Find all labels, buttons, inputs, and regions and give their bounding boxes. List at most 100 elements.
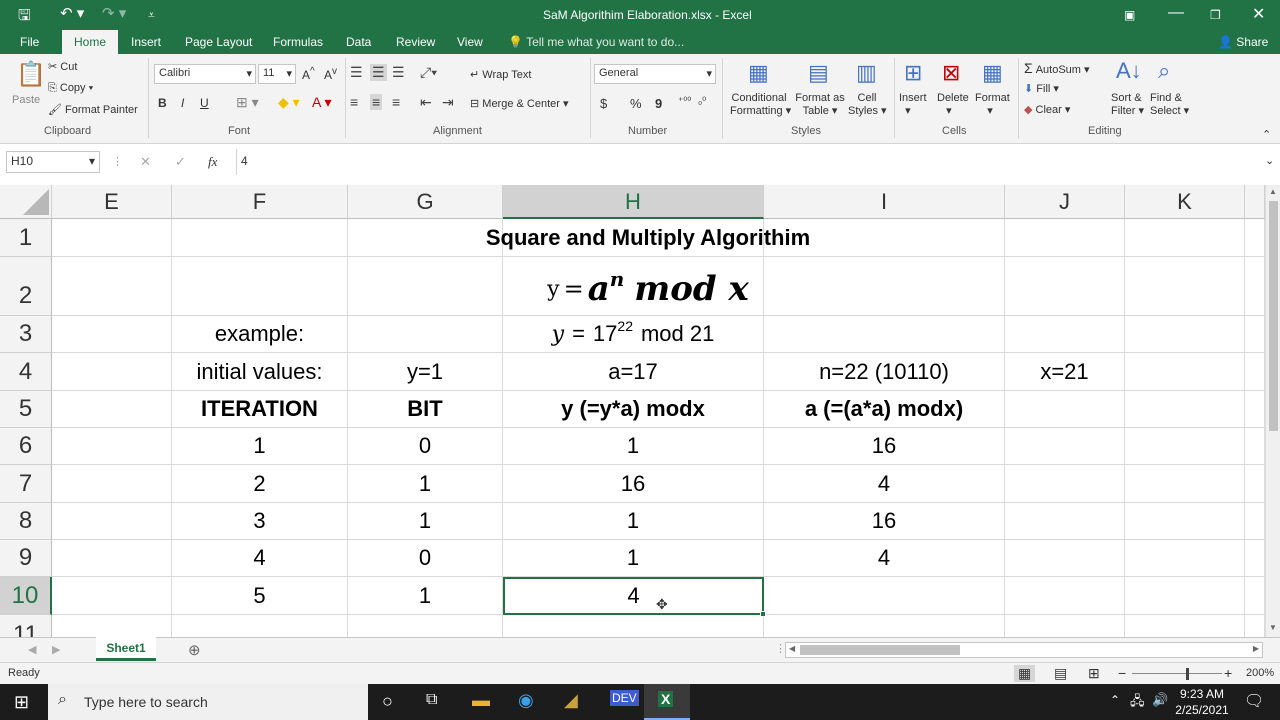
comma-button[interactable]: 9 (655, 96, 662, 111)
customize-qat-icon[interactable]: ⩡ (148, 8, 155, 23)
insert-function-button[interactable]: fx (208, 154, 217, 170)
excel-taskbar-button[interactable]: X (644, 684, 690, 720)
formula-cell[interactable]: y = a n mod x (172, 257, 1125, 316)
empty-cell[interactable] (1125, 219, 1245, 257)
font-color-icon[interactable]: A ▾ (312, 94, 331, 111)
hscroll-thumb[interactable] (800, 645, 960, 655)
vertical-scrollbar[interactable]: ▲ ▼ (1265, 185, 1280, 637)
empty-cell[interactable] (1125, 257, 1245, 316)
empty-cell[interactable] (52, 316, 172, 353)
sort-filter-button[interactable]: Sort & Filter ▾ (1111, 92, 1144, 117)
share-button[interactable]: 👤 Share (1218, 35, 1268, 49)
fill-handle[interactable] (760, 611, 766, 617)
empty-cell[interactable] (1125, 615, 1245, 637)
shrink-font-button[interactable]: Av (324, 66, 337, 82)
align-center-icon[interactable]: ≡ (370, 94, 383, 110)
dev-app-icon[interactable]: DEV (610, 690, 639, 706)
column-header-i[interactable]: I (764, 185, 1005, 219)
scroll-down-icon[interactable]: ▼ (1269, 623, 1277, 632)
conditional-formatting-button[interactable]: Conditional Formatting ▾ (730, 92, 791, 117)
empty-cell[interactable] (1245, 428, 1265, 465)
active-cell[interactable]: 4 (503, 577, 764, 615)
initial-values-label[interactable]: initial values: (172, 353, 348, 391)
empty-cell[interactable] (764, 316, 1005, 353)
normal-view-icon[interactable]: ▦ (1014, 665, 1036, 682)
grow-font-button[interactable]: A^ (302, 66, 315, 82)
format-as-table-button[interactable]: Format as Table ▾ (794, 92, 846, 117)
sort-filter-icon[interactable]: A↓ (1116, 58, 1142, 84)
number-format-select[interactable]: General ▾ (594, 64, 716, 84)
empty-cell[interactable] (52, 465, 172, 503)
empty-cell[interactable] (1245, 615, 1265, 637)
row-header-10[interactable]: 10 (0, 577, 52, 615)
clock-date[interactable]: 2/25/2021 (1170, 703, 1234, 717)
empty-cell[interactable] (1005, 316, 1125, 353)
empty-cell[interactable] (1005, 465, 1125, 503)
cell-styles-icon[interactable]: ▥ (856, 60, 877, 86)
header-y[interactable]: y (=y*a) modx (503, 391, 764, 428)
initial-n[interactable]: n=22 (10110) (764, 353, 1005, 391)
table-cell[interactable]: 4 (764, 540, 1005, 577)
empty-cell[interactable] (1245, 316, 1265, 353)
empty-cell[interactable] (1125, 316, 1245, 353)
page-layout-view-icon[interactable]: ▤ (1054, 665, 1067, 682)
undo-icon[interactable]: ↶ ▾ (60, 4, 84, 22)
row-header-7[interactable]: 7 (0, 465, 52, 503)
initial-a[interactable]: a=17 (503, 353, 764, 391)
empty-cell[interactable] (1125, 428, 1245, 465)
tray-chevron-icon[interactable]: ⌃ (1110, 693, 1120, 707)
empty-cell[interactable] (52, 428, 172, 465)
tab-data[interactable]: Data (346, 35, 371, 49)
initial-y[interactable]: y=1 (348, 353, 503, 391)
scroll-up-icon[interactable]: ▲ (1269, 187, 1277, 196)
cortana-icon[interactable]: ○ (382, 691, 393, 712)
tab-home[interactable]: Home (62, 30, 119, 54)
borders-icon[interactable]: ⊞ ▾ (236, 94, 259, 111)
row-header-6[interactable]: 6 (0, 428, 52, 465)
align-middle-icon[interactable]: ☰ (370, 64, 387, 81)
column-header-k[interactable]: K (1125, 185, 1245, 219)
empty-cell[interactable] (1245, 353, 1265, 391)
network-icon[interactable]: 🖧 (1130, 692, 1145, 714)
add-sheet-icon[interactable]: ⊕ (188, 641, 201, 659)
empty-cell[interactable] (1005, 391, 1125, 428)
row-header-8[interactable]: 8 (0, 503, 52, 540)
scroll-thumb[interactable] (1269, 201, 1278, 431)
prev-sheet-icon[interactable]: ◀ (28, 643, 36, 656)
autosum-button[interactable]: Σ AutoSum ▾ (1024, 60, 1090, 76)
paste-icon[interactable]: 📋 (16, 60, 46, 89)
header-bit[interactable]: BIT (348, 391, 503, 428)
column-header-j[interactable]: J (1005, 185, 1125, 219)
table-cell[interactable]: 0 (348, 540, 503, 577)
next-sheet-icon[interactable]: ▶ (52, 643, 60, 656)
select-all-corner[interactable] (0, 185, 52, 219)
bold-button[interactable]: B (158, 96, 167, 110)
empty-cell[interactable] (172, 615, 348, 637)
collapse-ribbon-icon[interactable]: ⌃ (1262, 128, 1271, 141)
empty-cell[interactable] (1245, 465, 1265, 503)
empty-cell[interactable] (52, 391, 172, 428)
table-cell[interactable]: 16 (764, 503, 1005, 540)
sheet-tab-sheet1[interactable]: Sheet1 (96, 637, 156, 661)
table-cell[interactable]: 5 (172, 577, 348, 615)
close-button[interactable]: ✕ (1252, 4, 1265, 24)
task-view-icon[interactable]: ⧉ (426, 691, 437, 709)
table-cell[interactable]: 1 (503, 503, 764, 540)
column-header-f[interactable]: F (172, 185, 348, 219)
windows-start-icon[interactable]: ⊞ (14, 692, 29, 713)
horizontal-scrollbar[interactable]: ◀ ▶ (785, 642, 1263, 658)
empty-cell[interactable] (1245, 577, 1265, 615)
empty-cell[interactable] (1005, 540, 1125, 577)
edge-icon[interactable]: ◉ (518, 690, 534, 711)
empty-cell[interactable] (1245, 540, 1265, 577)
find-select-icon[interactable]: ⌕ (1158, 58, 1170, 84)
delete-cells-icon[interactable]: ⊠ (942, 60, 960, 86)
column-header-g[interactable]: G (348, 185, 503, 219)
fill-button[interactable]: ⬇ Fill ▾ (1024, 82, 1059, 95)
tab-view[interactable]: View (457, 35, 483, 49)
insert-cells-icon[interactable]: ⊞ (904, 60, 922, 86)
insert-button[interactable]: Insert ▾ (899, 92, 927, 117)
restore-button[interactable]: ❐ (1210, 8, 1221, 22)
zoom-slider[interactable] (1132, 673, 1222, 674)
enter-icon[interactable]: ✓ (175, 154, 186, 170)
